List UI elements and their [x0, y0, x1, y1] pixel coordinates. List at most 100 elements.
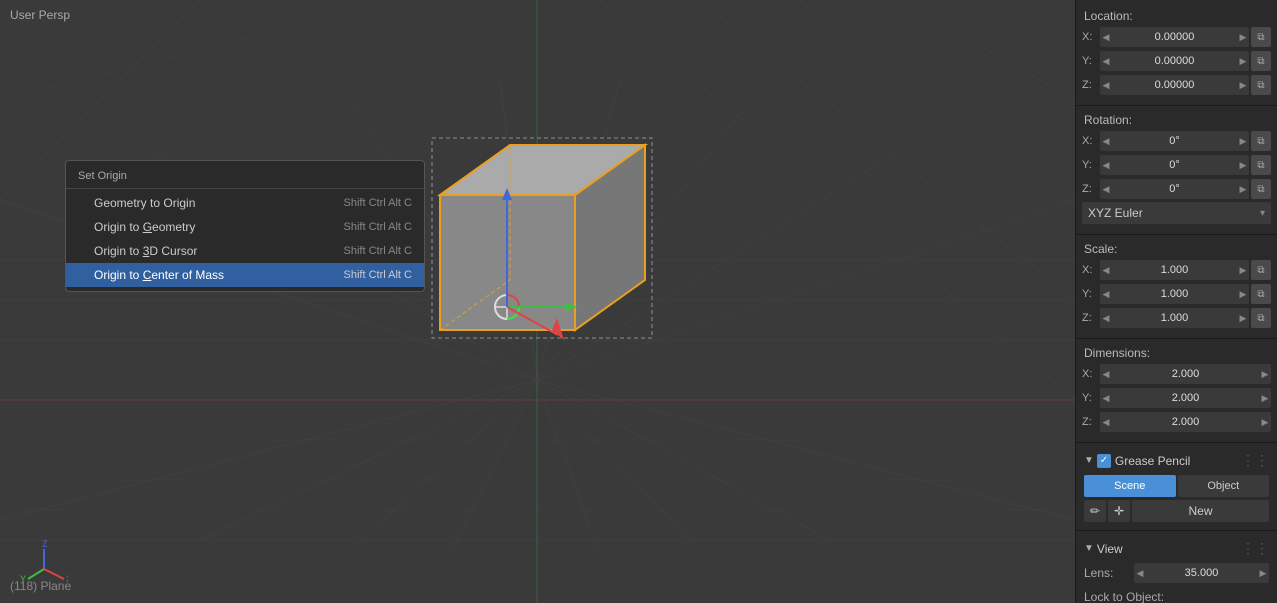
- dimensions-z-input[interactable]: [1112, 416, 1259, 428]
- location-y-label: Y:: [1082, 55, 1100, 67]
- location-x-field[interactable]: ◀ ▶: [1100, 27, 1249, 47]
- location-x-arrow-right[interactable]: ▶: [1237, 32, 1249, 43]
- scale-y-input[interactable]: [1112, 288, 1237, 300]
- location-z-input[interactable]: [1112, 79, 1237, 91]
- menu-item-origin-to-center-of-mass[interactable]: Origin to Center of Mass Shift Ctrl Alt …: [66, 263, 424, 287]
- scale-x-arrow-left[interactable]: ◀: [1100, 265, 1112, 276]
- location-z-copy-btn[interactable]: ⧉: [1251, 75, 1271, 95]
- scale-x-field[interactable]: ◀ ▶: [1100, 260, 1249, 280]
- scale-y-copy-btn[interactable]: ⧉: [1251, 284, 1271, 304]
- location-y-arrow-left[interactable]: ◀: [1100, 56, 1112, 67]
- dimensions-y-row: Y: ◀ ▶: [1082, 387, 1271, 409]
- location-x-arrow-left[interactable]: ◀: [1100, 32, 1112, 43]
- dimensions-z-arrow-right[interactable]: ▶: [1259, 417, 1271, 428]
- dimensions-x-arrow-left[interactable]: ◀: [1100, 369, 1112, 380]
- location-x-input[interactable]: [1112, 31, 1237, 43]
- rotation-z-input[interactable]: [1112, 183, 1237, 195]
- rotation-y-field[interactable]: ◀ ▶: [1100, 155, 1249, 175]
- menu-item-geometry-to-origin[interactable]: Geometry to Origin Shift Ctrl Alt C: [66, 191, 424, 215]
- grease-pencil-scene-tab[interactable]: Scene: [1084, 475, 1176, 497]
- grease-pencil-header: ▼ ✓ Grease Pencil ⋮⋮: [1080, 449, 1273, 472]
- scale-label: Scale:: [1082, 242, 1271, 256]
- scale-z-row: Z: ◀ ▶ ⧉: [1082, 307, 1271, 329]
- location-z-label: Z:: [1082, 79, 1100, 91]
- grease-pencil-collapse-icon[interactable]: ▼: [1084, 455, 1094, 466]
- grease-pencil-edit-icon-btn[interactable]: ✏: [1084, 500, 1106, 522]
- grease-pencil-new-btn[interactable]: New: [1132, 500, 1269, 522]
- grease-pencil-checkbox[interactable]: ✓: [1097, 454, 1111, 468]
- dimensions-y-arrow-right[interactable]: ▶: [1259, 393, 1271, 404]
- rotation-x-input[interactable]: [1112, 135, 1237, 147]
- rotation-mode-dropdown[interactable]: XYZ Euler ▾: [1082, 202, 1271, 224]
- rotation-z-row: Z: ◀ ▶ ⧉: [1082, 178, 1271, 200]
- rotation-y-label: Y:: [1082, 159, 1100, 171]
- viewport[interactable]: User Persp (118) Plane Z X Y Set Origin …: [0, 0, 1075, 603]
- rotation-y-arrow-left[interactable]: ◀: [1100, 160, 1112, 171]
- grease-pencil-options-icon[interactable]: ⋮⋮: [1241, 452, 1269, 469]
- scale-z-arrow-left[interactable]: ◀: [1100, 313, 1112, 324]
- rotation-mode-label: XYZ Euler: [1088, 206, 1143, 220]
- dimensions-y-arrow-left[interactable]: ◀: [1100, 393, 1112, 404]
- svg-text:X: X: [66, 574, 68, 584]
- grease-pencil-object-tab[interactable]: Object: [1178, 475, 1270, 497]
- menu-item-shortcut: Shift Ctrl Alt C: [344, 269, 412, 281]
- rotation-z-arrow-right[interactable]: ▶: [1237, 184, 1249, 195]
- menu-item-origin-to-geometry[interactable]: Origin to Geometry Shift Ctrl Alt C: [66, 215, 424, 239]
- scale-x-label: X:: [1082, 264, 1100, 276]
- location-z-field[interactable]: ◀ ▶: [1100, 75, 1249, 95]
- dimensions-x-input[interactable]: [1112, 368, 1259, 380]
- rotation-y-arrow-right[interactable]: ▶: [1237, 160, 1249, 171]
- scale-y-field[interactable]: ◀ ▶: [1100, 284, 1249, 304]
- scale-x-copy-btn[interactable]: ⧉: [1251, 260, 1271, 280]
- rotation-y-copy-btn[interactable]: ⧉: [1251, 155, 1271, 175]
- location-x-row: X: ◀ ▶ ⧉: [1082, 26, 1271, 48]
- dimensions-y-input[interactable]: [1112, 392, 1259, 404]
- lock-to-object-label: Lock to Object:: [1084, 590, 1164, 603]
- dimensions-y-field[interactable]: ◀ ▶: [1100, 388, 1271, 408]
- location-x-copy-btn[interactable]: ⧉: [1251, 27, 1271, 47]
- rotation-z-arrow-left[interactable]: ◀: [1100, 184, 1112, 195]
- scale-z-arrow-right[interactable]: ▶: [1237, 313, 1249, 324]
- location-y-input[interactable]: [1112, 55, 1237, 67]
- rotation-x-arrow-left[interactable]: ◀: [1100, 136, 1112, 147]
- location-label: Location:: [1082, 9, 1271, 23]
- rotation-mode-chevron: ▾: [1260, 208, 1265, 219]
- rotation-x-field[interactable]: ◀ ▶: [1100, 131, 1249, 151]
- lens-field[interactable]: ◀ ▶: [1134, 563, 1269, 583]
- dimensions-x-arrow-right[interactable]: ▶: [1259, 369, 1271, 380]
- menu-item-origin-to-3d-cursor[interactable]: Origin to 3D Cursor Shift Ctrl Alt C: [66, 239, 424, 263]
- grease-pencil-section: ▼ ✓ Grease Pencil ⋮⋮ Scene Object ✏ ✛ Ne…: [1076, 447, 1277, 526]
- svg-text:Y: Y: [20, 574, 26, 584]
- menu-item-shortcut: Shift Ctrl Alt C: [344, 197, 412, 209]
- rotation-y-input[interactable]: [1112, 159, 1237, 171]
- scale-z-input[interactable]: [1112, 312, 1237, 324]
- view-options-icon[interactable]: ⋮⋮: [1241, 540, 1269, 557]
- lens-input[interactable]: [1146, 567, 1257, 579]
- location-z-arrow-left[interactable]: ◀: [1100, 80, 1112, 91]
- scale-x-input[interactable]: [1112, 264, 1237, 276]
- location-y-arrow-right[interactable]: ▶: [1237, 56, 1249, 67]
- grease-pencil-add-icon-btn[interactable]: ✛: [1108, 500, 1130, 522]
- location-y-copy-btn[interactable]: ⧉: [1251, 51, 1271, 71]
- grease-pencil-new-row: ✏ ✛ New: [1084, 500, 1269, 522]
- view-header[interactable]: ▼ View ⋮⋮: [1080, 537, 1273, 560]
- rotation-x-copy-btn[interactable]: ⧉: [1251, 131, 1271, 151]
- dimensions-z-arrow-left[interactable]: ◀: [1100, 417, 1112, 428]
- lock-to-object-row: Lock to Object:: [1084, 586, 1269, 603]
- location-y-field[interactable]: ◀ ▶: [1100, 51, 1249, 71]
- scale-y-row: Y: ◀ ▶ ⧉: [1082, 283, 1271, 305]
- rotation-z-copy-btn[interactable]: ⧉: [1251, 179, 1271, 199]
- dimensions-z-field[interactable]: ◀ ▶: [1100, 412, 1271, 432]
- scale-z-field[interactable]: ◀ ▶: [1100, 308, 1249, 328]
- lens-arrow-left[interactable]: ◀: [1134, 568, 1146, 579]
- scale-y-arrow-left[interactable]: ◀: [1100, 289, 1112, 300]
- dimensions-label: Dimensions:: [1082, 346, 1271, 360]
- location-z-arrow-right[interactable]: ▶: [1237, 80, 1249, 91]
- scale-z-copy-btn[interactable]: ⧉: [1251, 308, 1271, 328]
- lens-arrow-right[interactable]: ▶: [1257, 568, 1269, 579]
- rotation-x-arrow-right[interactable]: ▶: [1237, 136, 1249, 147]
- rotation-z-field[interactable]: ◀ ▶: [1100, 179, 1249, 199]
- scale-y-arrow-right[interactable]: ▶: [1237, 289, 1249, 300]
- dimensions-x-field[interactable]: ◀ ▶: [1100, 364, 1271, 384]
- scale-x-arrow-right[interactable]: ▶: [1237, 265, 1249, 276]
